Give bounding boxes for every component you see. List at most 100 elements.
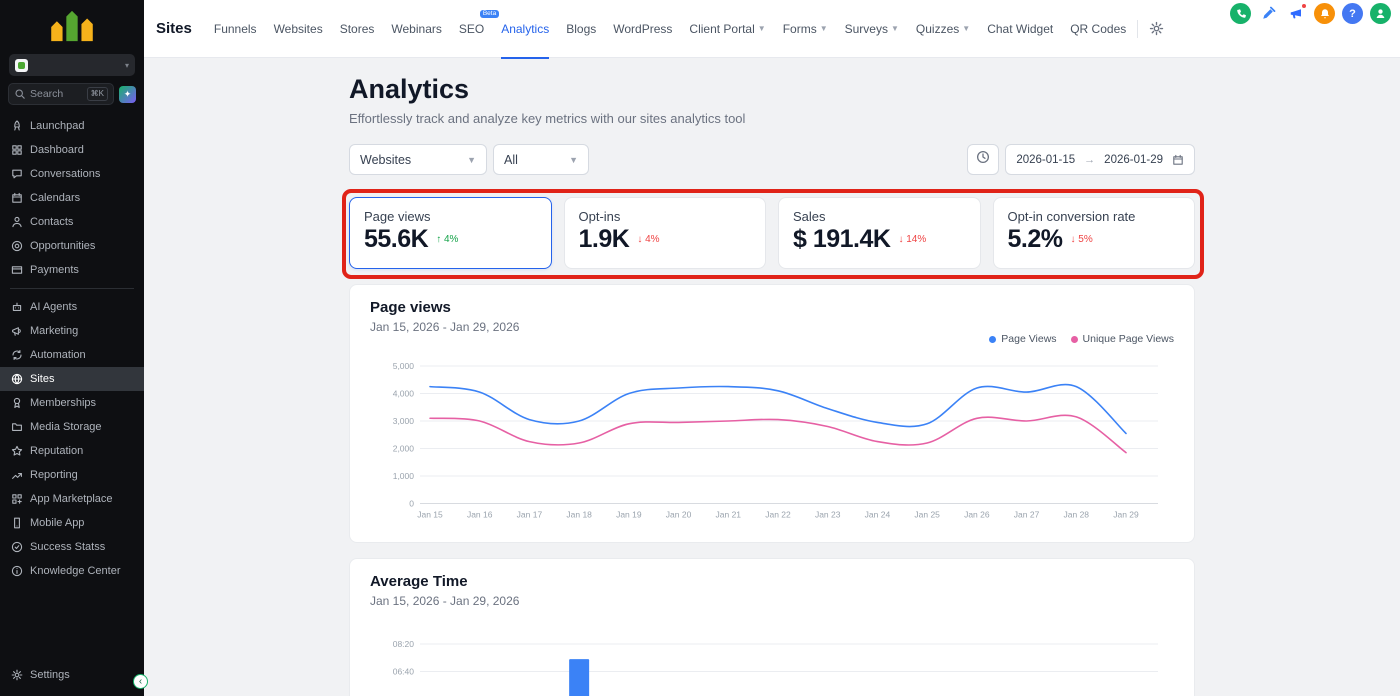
legend-item-unique-page-views[interactable]: Unique Page Views [1071,333,1174,345]
legend-item-page-views[interactable]: Page Views [989,333,1056,345]
search-shortcut-badge: ⌘K [87,87,108,101]
sidebar-item-launchpad[interactable]: Launchpad [0,114,144,138]
sidebar-item-app-marketplace[interactable]: App Marketplace [0,487,144,511]
sidebar-item-settings[interactable]: Settings [0,660,144,690]
average-time-chart-card: Average Time Jan 15, 2026 - Jan 29, 2026… [349,558,1195,696]
sidebar-item-label: Memberships [30,397,96,409]
sidebar-item-automation[interactable]: Automation [0,343,144,367]
sidebar-item-mobile-app[interactable]: Mobile App [0,511,144,535]
sidebar-item-knowledge-center[interactable]: Knowledge Center [0,559,144,583]
sidebar-item-label: Sites [30,373,54,385]
metric-label: Sales [793,209,966,224]
sidebar-item-success-statss[interactable]: Success Statss [0,535,144,559]
svg-text:Jan 23: Jan 23 [815,510,841,520]
filter-row: Websites ▼ All ▼ 2026-01-15 → 2026-01-29 [349,144,1195,175]
sidebar-item-contacts[interactable]: Contacts [0,210,144,234]
metric-card-opt-in-conversion-rate[interactable]: Opt-in conversion rate5.2%↓ 5% [993,197,1196,269]
tab-label: Quizzes [916,22,959,36]
time-filter-button[interactable] [967,144,999,175]
sidebar-item-memberships[interactable]: Memberships [0,391,144,415]
svg-text:Jan 25: Jan 25 [914,510,940,520]
tab-label: Webinars [391,22,441,36]
search-input[interactable]: Search ⌘K [8,83,114,105]
arrow-down-icon: ↓ [637,234,642,245]
svg-text:Jan 22: Jan 22 [765,510,791,520]
ai-sparkle-button[interactable]: ✦ [119,86,136,103]
svg-text:Jan 19: Jan 19 [616,510,642,520]
tab-forms[interactable]: Forms▼ [783,0,828,58]
tab-label: Stores [340,22,375,36]
tab-qr-codes[interactable]: QR Codes [1070,0,1126,58]
tab-websites[interactable]: Websites [274,0,323,58]
scope-dropdown-value: All [504,153,518,167]
sidebar-item-ai-agents[interactable]: AI Agents [0,295,144,319]
svg-text:08:20: 08:20 [393,639,415,649]
svg-text:5,000: 5,000 [393,361,415,371]
tab-blogs[interactable]: Blogs [566,0,596,58]
tab-surveys[interactable]: Surveys▼ [845,0,899,58]
chart-subtitle: Jan 15, 2026 - Jan 29, 2026 [370,594,1174,608]
tab-funnels[interactable]: Funnels [214,0,257,58]
websites-dropdown[interactable]: Websites ▼ [349,144,487,175]
sidebar-item-dashboard[interactable]: Dashboard [0,138,144,162]
globe-icon [11,373,23,385]
help-icon[interactable]: ? [1342,3,1363,24]
svg-text:4,000: 4,000 [393,389,415,399]
metric-value: 5.2% [1008,225,1063,254]
chevron-down-icon: ▼ [891,24,899,33]
date-start[interactable]: 2026-01-15 [1016,154,1075,166]
tab-label: Funnels [214,22,257,36]
arrow-right-icon: → [1084,154,1095,166]
sidebar-item-reporting[interactable]: Reporting [0,463,144,487]
trend-icon [11,469,23,481]
sidebar-item-payments[interactable]: Payments [0,258,144,282]
sidebar-item-media-storage[interactable]: Media Storage [0,415,144,439]
svg-text:1,000: 1,000 [393,471,415,481]
tab-analytics[interactable]: Analytics [501,0,549,58]
date-end[interactable]: 2026-01-29 [1104,154,1163,166]
sidebar-divider [10,288,134,289]
scope-all-dropdown[interactable]: All ▼ [493,144,589,175]
arrow-down-icon: ↓ [898,234,903,245]
sidebar-item-calendars[interactable]: Calendars [0,186,144,210]
section-title: Sites [156,20,192,37]
calendar-icon [1172,154,1184,166]
sidebar-item-sites[interactable]: Sites [0,367,144,391]
sidebar-item-label: Dashboard [30,144,84,156]
sidebar-item-conversations[interactable]: Conversations [0,162,144,186]
sidebar-item-marketing[interactable]: Marketing [0,319,144,343]
search-icon [14,88,26,100]
sidebar-item-opportunities[interactable]: Opportunities [0,234,144,258]
svg-text:0: 0 [409,499,414,509]
websites-dropdown-value: Websites [360,153,411,167]
sidebar-item-label: Launchpad [30,120,84,132]
legend-dot [989,336,996,343]
main-content: Analytics Effortlessly track and analyze… [144,58,1400,696]
marketplace-icon [11,493,23,505]
sidebar-item-label: Payments [30,264,79,276]
tab-seo[interactable]: SEOBeta [459,0,484,58]
sidebar-item-label: Automation [30,349,86,361]
phone-icon[interactable] [1230,3,1251,24]
account-switcher[interactable]: ▾ [9,54,135,76]
sites-settings-gear-icon[interactable] [1149,21,1164,36]
avatar[interactable] [1370,3,1391,24]
date-range-picker[interactable]: 2026-01-15 → 2026-01-29 [1005,144,1195,175]
tab-client-portal[interactable]: Client Portal▼ [689,0,765,58]
tab-webinars[interactable]: Webinars [391,0,441,58]
tab-chat-widget[interactable]: Chat Widget [987,0,1053,58]
svg-text:Jan 17: Jan 17 [517,510,543,520]
metric-card-sales[interactable]: Sales$ 191.4K↓ 14% [778,197,981,269]
tab-wordpress[interactable]: WordPress [613,0,672,58]
metric-card-opt-ins[interactable]: Opt-ins1.9K↓ 4% [564,197,767,269]
tab-quizzes[interactable]: Quizzes▼ [916,0,970,58]
sidebar-item-reputation[interactable]: Reputation [0,439,144,463]
page-title: Analytics [349,74,1195,105]
eyedropper-icon[interactable] [1258,3,1279,24]
tab-stores[interactable]: Stores [340,0,375,58]
metric-card-page-views[interactable]: Page views55.6K↑ 4% [349,197,552,269]
bell-icon[interactable] [1314,3,1335,24]
announcements-megaphone-icon[interactable] [1286,3,1307,24]
divider [1137,20,1138,38]
sidebar-collapse-button[interactable]: ‹ [133,674,148,689]
